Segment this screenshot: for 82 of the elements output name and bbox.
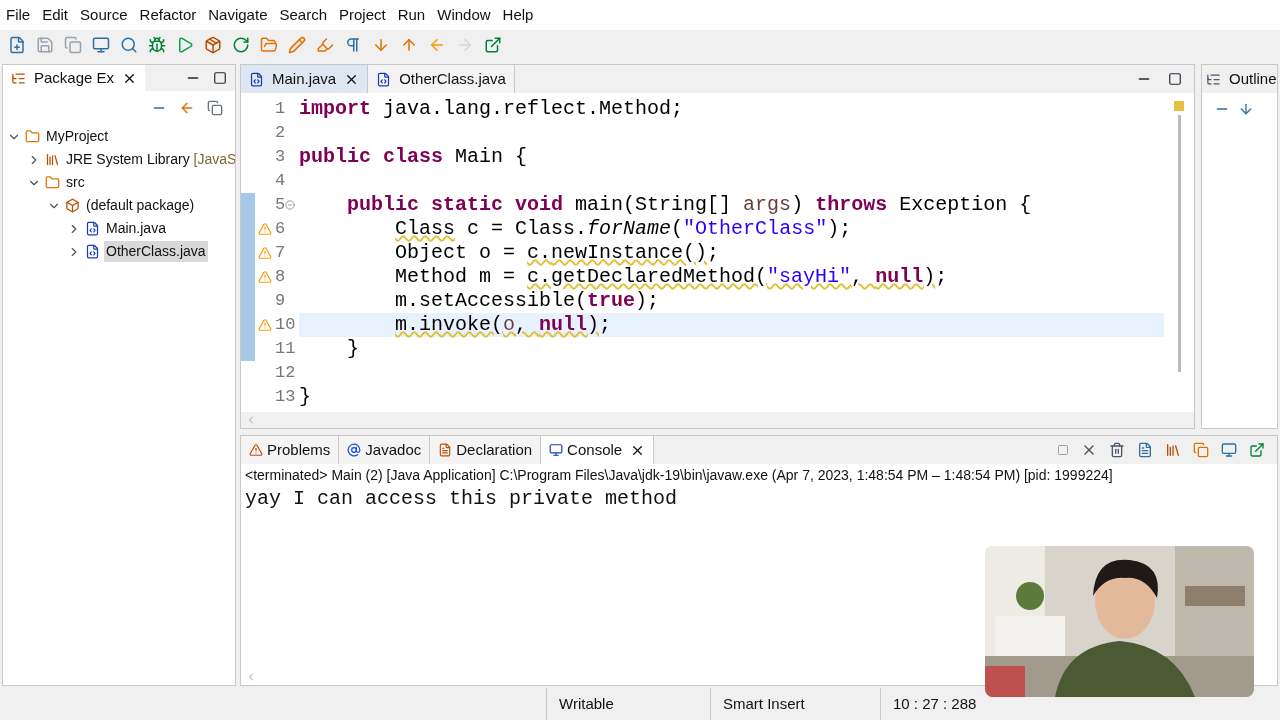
- code-line: m.setAccessible(true);: [394, 289, 660, 312]
- menu-item[interactable]: Window: [431, 3, 497, 27]
- pencil-icon[interactable]: [288, 36, 306, 54]
- tree-item[interactable]: OtherClass.java: [104, 241, 208, 262]
- package-icon: [65, 198, 80, 213]
- package-icon[interactable]: [204, 36, 222, 54]
- folder-icon: [25, 129, 40, 144]
- java-file-icon: [249, 71, 264, 87]
- code-line: Object o = c.newInstance();: [394, 241, 720, 264]
- remove-all-icon[interactable]: [1109, 442, 1125, 458]
- line-number: 9: [275, 290, 286, 312]
- line-number: 13: [275, 386, 296, 408]
- highlighter-icon[interactable]: [316, 36, 334, 54]
- warning-icon: [249, 443, 263, 457]
- line-number: 11: [275, 338, 296, 360]
- line-number: 1: [275, 98, 286, 120]
- tree-item[interactable]: JRE System Library [JavaS: [64, 149, 235, 170]
- view-tab[interactable]: Javadoc: [339, 436, 431, 464]
- at-sign-icon: [347, 443, 362, 457]
- search-icon[interactable]: [120, 36, 138, 54]
- status-item: Smart Insert: [710, 688, 880, 720]
- code-line: public static void main(String[] args) throws Exception {: [346, 193, 1032, 216]
- java-file-icon: [85, 244, 100, 259]
- line-number: 8: [275, 266, 286, 288]
- line-number: 3: [275, 146, 286, 168]
- menu-item[interactable]: Help: [496, 3, 540, 27]
- line-number: 5: [275, 194, 286, 216]
- stop-icon[interactable]: [1057, 444, 1069, 456]
- code-line: import java.lang.reflect.Method;: [299, 97, 684, 120]
- editor-tab[interactable]: OtherClass.java: [368, 65, 515, 93]
- run-icon[interactable]: [176, 36, 194, 54]
- line-number: 2: [275, 122, 286, 144]
- menu-item[interactable]: File: [0, 3, 37, 27]
- line-number: 10: [275, 314, 296, 336]
- menu-item[interactable]: Source: [74, 3, 134, 27]
- view-tab[interactable]: Package Ex: [3, 65, 146, 91]
- view-tab[interactable]: Problems: [241, 436, 340, 464]
- menu-item[interactable]: Edit: [36, 3, 75, 27]
- down-arrow-icon[interactable]: [372, 36, 390, 54]
- java-file-icon: [85, 221, 100, 236]
- tree-item[interactable]: Main.java: [104, 218, 168, 239]
- line-number: 7: [275, 242, 286, 264]
- line-number: 4: [275, 170, 286, 192]
- console-header: <terminated> Main (2) [Java Application] C:\Program Files\Java\jdk-19\bin\javaw.exe (Apr 7, 2023, 1:48:54 PM – 1:48:54 PM) [pid: 1999224]: [244, 465, 1114, 485]
- pilcrow-icon[interactable]: [344, 36, 362, 54]
- line-number: 6: [275, 218, 286, 240]
- tree-item[interactable]: (default package): [84, 195, 197, 216]
- menu-item[interactable]: Navigate: [202, 3, 274, 27]
- scrollbar[interactable]: [1177, 115, 1181, 372]
- code-line: m.invoke(o, null);: [394, 313, 612, 336]
- folder-icon: [45, 175, 60, 190]
- outline-icon: [1206, 71, 1221, 87]
- menu-item[interactable]: Project: [333, 3, 392, 27]
- console-output: yay I can access this private method: [244, 486, 679, 512]
- code-line: }: [346, 337, 360, 360]
- library-icon: [45, 152, 60, 167]
- new-file-icon[interactable]: [8, 36, 26, 54]
- code-line: public class Main {: [299, 145, 528, 168]
- refresh-icon[interactable]: [232, 36, 250, 54]
- menu-item[interactable]: Refactor: [133, 3, 203, 27]
- code-line: Method m = c.getDeclaredMethod("sayHi", null);: [394, 265, 948, 288]
- warning-marker-icon[interactable]: [1174, 101, 1184, 111]
- editor-tab[interactable]: Main.java: [241, 65, 369, 93]
- tree-item[interactable]: src: [64, 172, 87, 193]
- code-line: Class c = Class.forName("OtherClass");: [394, 217, 852, 240]
- maximize-icon[interactable]: [213, 71, 227, 85]
- view-tab[interactable]: Console: [541, 436, 655, 464]
- menu-item[interactable]: Run: [391, 3, 432, 27]
- menu-item[interactable]: Search: [273, 3, 333, 27]
- tree-item[interactable]: MyProject: [44, 126, 111, 147]
- save-icon[interactable]: [36, 36, 54, 54]
- status-item: Writable: [546, 688, 710, 720]
- folder-icon[interactable]: [260, 36, 278, 54]
- bug-icon[interactable]: [148, 36, 166, 54]
- line-number: 12: [275, 362, 296, 384]
- document-icon: [438, 443, 453, 457]
- package-explorer-icon: [11, 70, 26, 86]
- java-file-icon: [376, 71, 392, 87]
- monitor-icon: [549, 443, 564, 457]
- view-tab[interactable]: Declaration: [430, 436, 542, 464]
- maximize-icon[interactable]: [1168, 72, 1182, 86]
- code-line: }: [299, 385, 311, 408]
